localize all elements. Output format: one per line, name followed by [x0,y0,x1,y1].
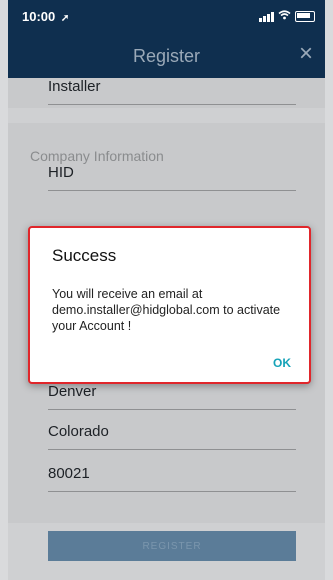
close-icon[interactable]: × [299,42,313,66]
company-value: HID [48,164,74,181]
installer-value: Installer [48,78,101,95]
state-field[interactable]: Colorado [48,423,296,450]
dialog-title: Success [52,246,117,265]
ok-button[interactable]: OK [273,356,291,370]
state-value: Colorado [48,423,109,440]
status-time: 10:00 ➚ [22,9,69,24]
battery-icon [295,11,315,22]
dialog-message: You will receive an email at demo.instal… [52,287,281,333]
status-bar: 10:00 ➚ [8,0,325,34]
success-dialog: Success You will receive an email at dem… [28,226,311,384]
page-title: Register [132,46,201,66]
status-time-text: 10:00 [22,9,56,24]
company-field[interactable]: HID [48,164,296,191]
status-icons [259,10,315,23]
app-header: Register × [8,34,325,78]
city-value: Denver [48,383,97,400]
installer-field[interactable]: Installer [48,78,296,105]
location-arrow-icon: ➚ [60,13,70,24]
installer-card: Installer [8,78,325,108]
city-field[interactable]: Denver [48,383,296,410]
register-button[interactable]: REGISTER [48,531,296,561]
zip-value: 80021 [48,465,90,482]
signal-icon [259,11,274,22]
section-company-title: Company Information [30,148,164,164]
zip-field[interactable]: 80021 [48,465,296,492]
device-screen: 10:00 ➚ Register × Installer Company Inf… [8,0,325,580]
wifi-icon [278,10,291,23]
